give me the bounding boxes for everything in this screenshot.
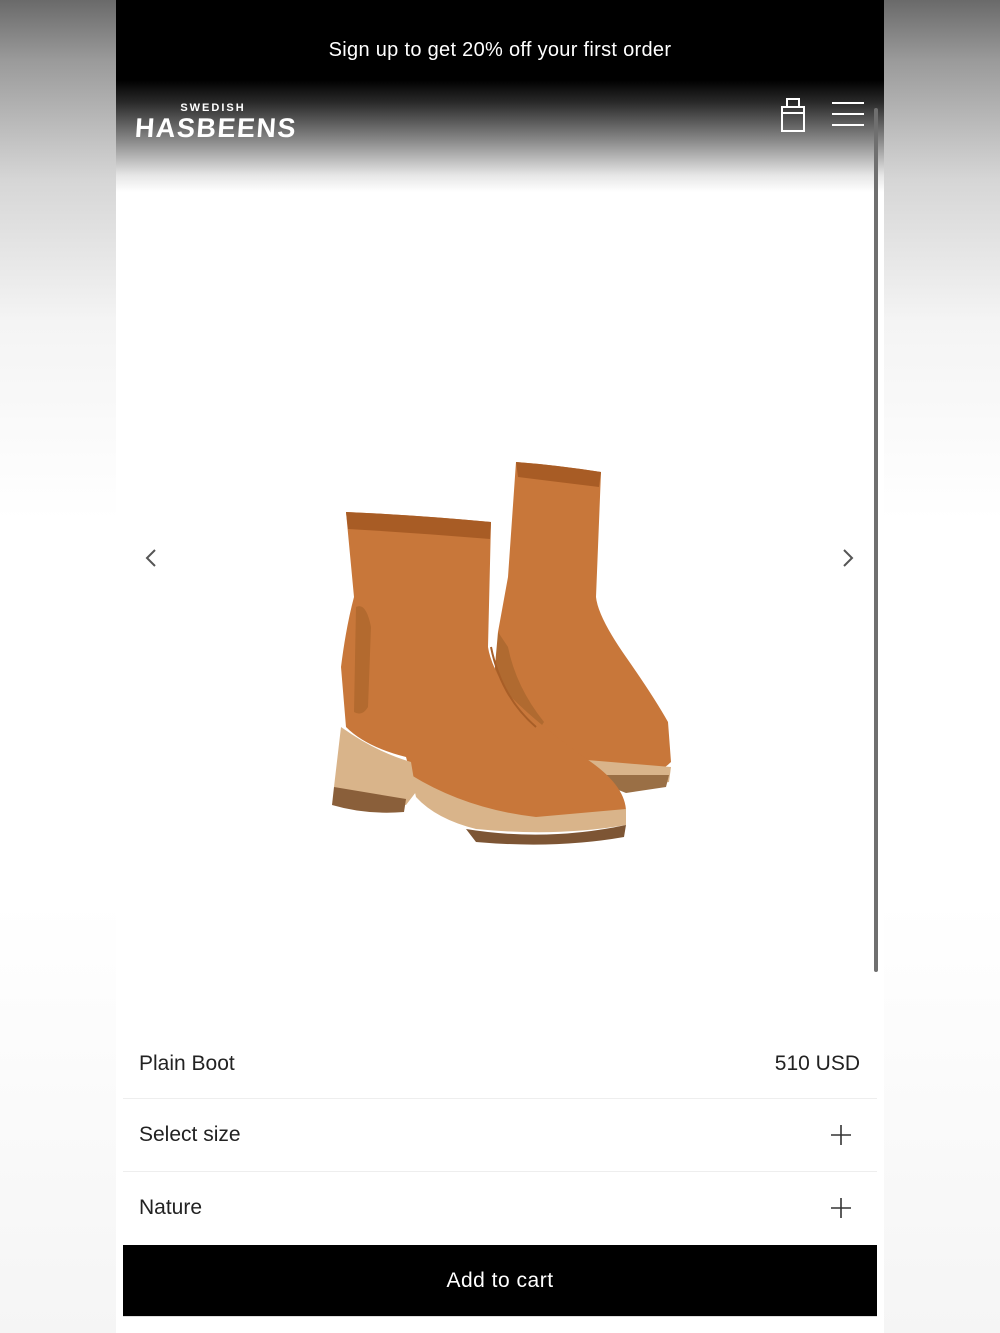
product-price: 510 USD [774,1052,860,1075]
carousel-next-button[interactable] [833,544,863,574]
chevron-right-icon [843,549,854,567]
bottom-edge [123,1316,877,1333]
shopping-bag-icon [781,98,805,132]
chevron-left-icon [145,549,156,567]
scrollbar[interactable] [874,108,878,972]
product-image [332,462,671,845]
phone-viewport: Sign up to get 20% off your first order … [116,0,884,1333]
promo-text: Sign up to get 20% off your first order [328,39,672,61]
cart-button[interactable] [778,96,808,134]
add-to-cart-button[interactable]: Add to cart [123,1245,877,1316]
menu-button[interactable] [830,100,866,130]
select-size-label: Select size [139,1123,241,1146]
color-nature-accordion[interactable]: Nature [123,1171,877,1243]
color-option-label: Nature [139,1196,203,1219]
hamburger-menu-icon [832,102,864,126]
product-image-carousel[interactable] [116,192,884,1032]
brand-logo[interactable]: SWEDISH HASBEENS [133,102,299,144]
plus-icon [831,1198,851,1218]
product-name: Plain Boot [139,1052,235,1075]
product-info: Plain Boot 510 USD [116,1040,884,1094]
carousel-prev-button[interactable] [136,544,166,574]
brand-logo-name: HASBEENS [133,113,299,143]
plus-icon [831,1125,851,1145]
site-header: SWEDISH HASBEENS [116,80,884,192]
select-size-accordion[interactable]: Select size [123,1098,877,1170]
